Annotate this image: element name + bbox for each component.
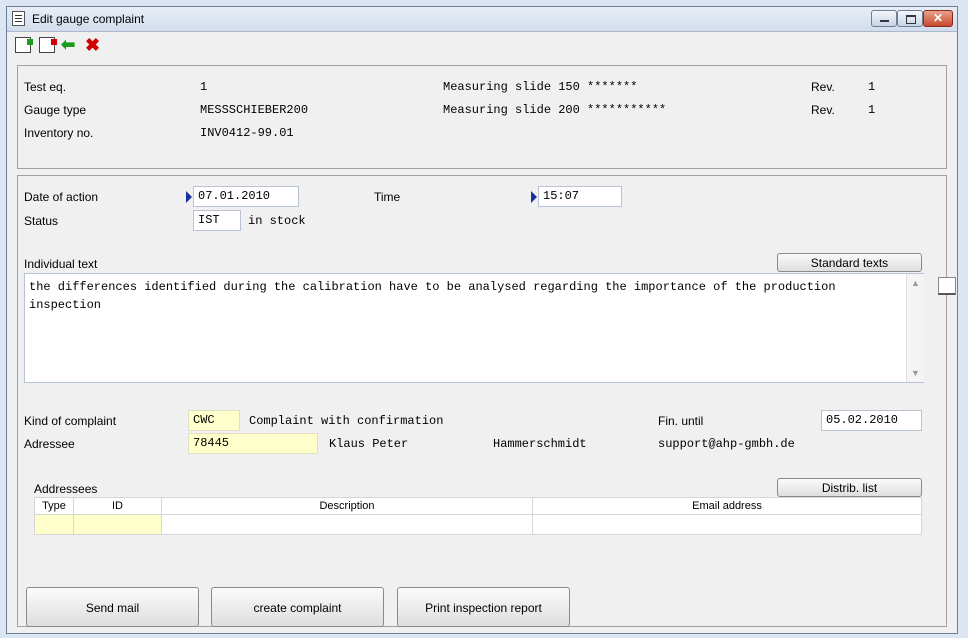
individual-text-label: Individual text [24, 257, 98, 271]
individual-text-area[interactable] [24, 273, 924, 383]
toolbar: ⬅ ✖ [7, 31, 957, 61]
kind-of-complaint-label: Kind of complaint [24, 414, 117, 428]
rev-value: 1 [868, 80, 876, 94]
type-cell[interactable] [34, 514, 74, 535]
fin-until-label: Fin. until [658, 414, 704, 428]
complaint-panel: Date of action 07.01.2010 Time 15:07 Sta… [17, 175, 947, 627]
standard-texts-button[interactable]: Standard texts [777, 253, 922, 272]
adressee-email: support@ahp-gmbh.de [658, 437, 795, 451]
maximize-button[interactable] [897, 10, 923, 27]
focus-marker-icon [531, 191, 537, 203]
create-complaint-button[interactable]: create complaint [211, 587, 384, 627]
rev-label: Rev. [811, 80, 835, 94]
print-inspection-report-button[interactable]: Print inspection report [397, 587, 570, 627]
window-title: Edit gauge complaint [32, 12, 145, 26]
title-bar[interactable]: Edit gauge complaint [7, 7, 957, 32]
rev-label: Rev. [811, 103, 835, 117]
date-of-action-label: Date of action [24, 190, 99, 204]
column-type[interactable]: Type [34, 497, 74, 515]
back-arrow-icon[interactable]: ⬅ [61, 36, 77, 53]
test-eq-label: Test eq. [24, 80, 67, 94]
time-label: Time [374, 190, 401, 204]
adressee-first-name: Klaus Peter [329, 437, 409, 451]
kind-code-field[interactable]: CWC [188, 410, 240, 431]
date-of-action-field[interactable]: 07.01.2010 [193, 186, 299, 207]
email-cell[interactable] [532, 514, 922, 535]
rev-value: 1 [868, 103, 876, 117]
gauge-type-label: Gauge type [24, 103, 87, 117]
delete-document-icon[interactable] [39, 37, 57, 53]
status-text: in stock [248, 214, 306, 228]
fin-until-field[interactable]: 05.02.2010 [821, 410, 922, 431]
column-id[interactable]: ID [73, 497, 162, 515]
send-mail-button[interactable]: Send mail [26, 587, 199, 627]
kind-text: Complaint with confirmation [249, 414, 444, 428]
column-description[interactable]: Description [161, 497, 533, 515]
minimize-button[interactable] [871, 10, 897, 27]
close-button[interactable] [923, 10, 953, 27]
distrib-list-button[interactable]: Distrib. list [777, 478, 922, 497]
column-email[interactable]: Email address [532, 497, 922, 515]
table-row[interactable] [34, 514, 922, 535]
description-cell[interactable] [161, 514, 533, 535]
adressee-last-name: Hammerschmidt [493, 437, 587, 451]
test-eq-value: 1 [200, 80, 208, 94]
focus-marker-icon [186, 191, 192, 203]
side-expand-button[interactable] [938, 277, 956, 295]
scroll-down-icon[interactable]: ▼ [911, 368, 920, 378]
text-scrollbar[interactable]: ▲ ▼ [906, 274, 924, 382]
document-icon [12, 11, 25, 26]
scroll-up-icon[interactable]: ▲ [911, 278, 920, 288]
gauge-type-description: Measuring slide 200 *********** [443, 103, 667, 117]
inventory-no-label: Inventory no. [24, 126, 94, 140]
adressee-id-field[interactable]: 78445 [188, 433, 318, 454]
status-code-field[interactable]: IST [193, 210, 241, 231]
addressees-table: Type ID Description Email address [34, 497, 922, 535]
export-document-icon[interactable] [15, 37, 33, 53]
id-cell[interactable] [73, 514, 162, 535]
time-field[interactable]: 15:07 [538, 186, 622, 207]
gauge-info-panel: Test eq. 1 Measuring slide 150 ******* R… [17, 65, 947, 169]
cancel-x-icon[interactable]: ✖ [85, 36, 101, 54]
adressee-label: Adressee [24, 437, 75, 451]
inventory-no-value: INV0412-99.01 [200, 126, 294, 140]
test-eq-description: Measuring slide 150 ******* [443, 80, 638, 94]
addressees-label: Addressees [34, 482, 98, 496]
gauge-type-value: MESSSCHIEBER200 [200, 103, 309, 117]
edit-gauge-complaint-window: Edit gauge complaint ⬅ ✖ Test eq. 1 Meas… [6, 6, 958, 634]
status-label: Status [24, 214, 59, 228]
